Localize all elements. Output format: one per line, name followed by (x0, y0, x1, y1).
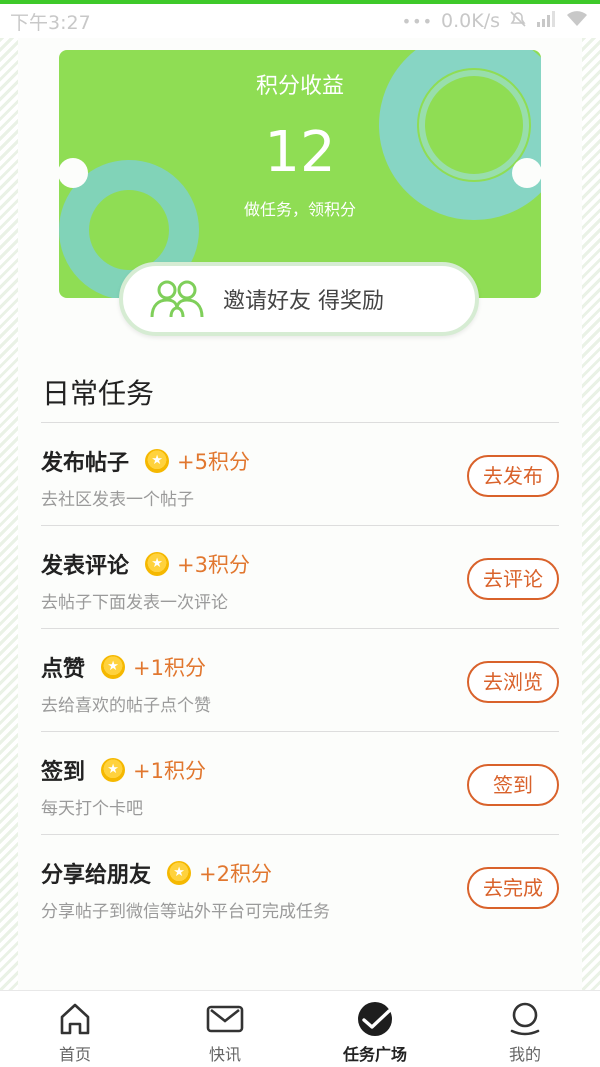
task-description: 分享帖子到微信等站外平台可完成任务 (41, 902, 330, 922)
home-icon (60, 1003, 90, 1035)
left-decorative-stripe (0, 38, 18, 990)
coin-icon (145, 449, 170, 473)
invite-label: 邀请好友 得奖励 (223, 289, 384, 314)
task-row-like: 点赞 +1积分 去给喜欢的帖子点个赞 去浏览 (41, 628, 559, 731)
task-description: 去给喜欢的帖子点个赞 (41, 696, 211, 716)
task-name: 分享给朋友 (41, 863, 152, 888)
tab-label: 快讯 (208, 1045, 241, 1064)
status-indicators: ••• 0.0K/s (402, 9, 588, 34)
task-center-content: 积分收益 12 做任务，领积分 邀请好友 得奖励 日常任务 发布帖子 +5积分 … (18, 38, 582, 990)
task-name: 点赞 (41, 657, 86, 682)
tab-news[interactable]: 快讯 (150, 991, 300, 1067)
task-row-post: 发布帖子 +5积分 去社区发表一个帖子 去发布 (41, 422, 559, 525)
task-row-checkin: 签到 +1积分 每天打个卡吧 签到 (41, 731, 559, 834)
daily-task-list: 发布帖子 +5积分 去社区发表一个帖子 去发布 发表评论 +3积分 去帖子下面发… (41, 422, 559, 937)
task-name: 发布帖子 (41, 451, 130, 476)
task-reward: +5积分 (177, 450, 250, 474)
invite-friends-button[interactable]: 邀请好友 得奖励 (119, 262, 479, 336)
network-speed: 0.0K/s (441, 10, 500, 32)
task-description: 每天打个卡吧 (41, 799, 143, 819)
status-bar: 下午3:27 ••• 0.0K/s (0, 4, 600, 38)
tab-mine[interactable]: 我的 (450, 991, 600, 1067)
task-name: 发表评论 (41, 554, 130, 579)
tab-label: 任务广场 (342, 1045, 407, 1064)
friends-icon (150, 280, 204, 318)
task-reward: +3积分 (177, 553, 250, 577)
tab-label: 首页 (58, 1045, 91, 1064)
points-card-subtitle: 做任务，领积分 (243, 200, 356, 219)
coin-icon (145, 552, 170, 576)
go-complete-button[interactable]: 去完成 (467, 867, 559, 909)
go-browse-button[interactable]: 去浏览 (467, 661, 559, 703)
tab-label: 我的 (508, 1045, 541, 1064)
card-notch-left (58, 158, 88, 188)
tab-task-plaza[interactable]: 任务广场 (300, 991, 450, 1067)
bottom-tab-bar: 首页 快讯 任务广场 我的 (0, 990, 600, 1067)
tab-home[interactable]: 首页 (0, 991, 150, 1067)
status-time: 下午3:27 (10, 11, 91, 34)
task-description: 去帖子下面发表一次评论 (41, 593, 228, 613)
daily-tasks-title: 日常任务 (42, 377, 155, 410)
coin-icon (101, 655, 126, 679)
more-dots-icon: ••• (401, 11, 434, 31)
coin-icon (101, 758, 126, 782)
mail-icon (206, 1005, 244, 1033)
go-comment-button[interactable]: 去评论 (467, 558, 559, 600)
points-card: 积分收益 12 做任务，领积分 (59, 50, 541, 298)
task-reward: +2积分 (199, 862, 272, 886)
check-in-button[interactable]: 签到 (467, 764, 559, 806)
task-row-comment: 发表评论 +3积分 去帖子下面发表一次评论 去评论 (41, 525, 559, 628)
coin-icon (167, 861, 192, 885)
go-post-button[interactable]: 去发布 (467, 455, 559, 497)
task-reward: +1积分 (133, 759, 206, 783)
task-row-share: 分享给朋友 +2积分 分享帖子到微信等站外平台可完成任务 去完成 (41, 834, 559, 937)
task-description: 去社区发表一个帖子 (41, 490, 194, 510)
user-icon (510, 1002, 540, 1036)
signal-icon (536, 10, 558, 33)
task-name: 签到 (41, 760, 86, 785)
mute-icon (508, 9, 528, 34)
card-notch-right (512, 158, 542, 188)
right-decorative-stripe (582, 38, 600, 990)
points-value: 12 (264, 120, 336, 185)
points-card-title: 积分收益 (255, 74, 344, 99)
check-circle-icon (358, 1002, 392, 1036)
wifi-icon (566, 10, 588, 33)
task-reward: +1积分 (133, 656, 206, 680)
